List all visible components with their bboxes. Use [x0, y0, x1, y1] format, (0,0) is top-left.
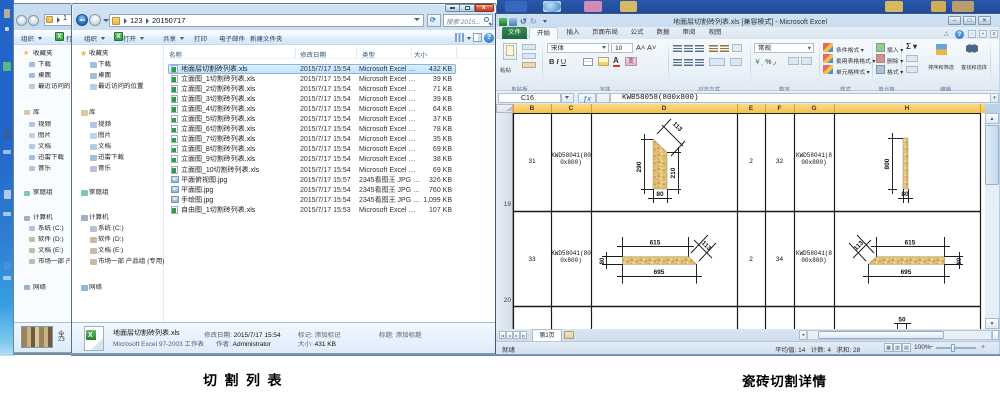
svg-text:695: 695: [654, 269, 665, 276]
svg-text:50: 50: [898, 317, 906, 324]
svg-text:800: 800: [884, 158, 891, 169]
svg-text:113: 113: [700, 240, 713, 253]
svg-text:80: 80: [656, 191, 664, 198]
svg-text:615: 615: [905, 240, 916, 247]
svg-text:113: 113: [671, 121, 684, 134]
svg-text:80: 80: [600, 257, 606, 264]
svg-text:695: 695: [901, 269, 912, 276]
svg-text:290: 290: [636, 161, 643, 172]
svg-text:80: 80: [957, 257, 963, 264]
svg-text:80: 80: [901, 191, 909, 198]
svg-text:615: 615: [650, 240, 661, 247]
svg-text:210: 210: [670, 167, 677, 178]
